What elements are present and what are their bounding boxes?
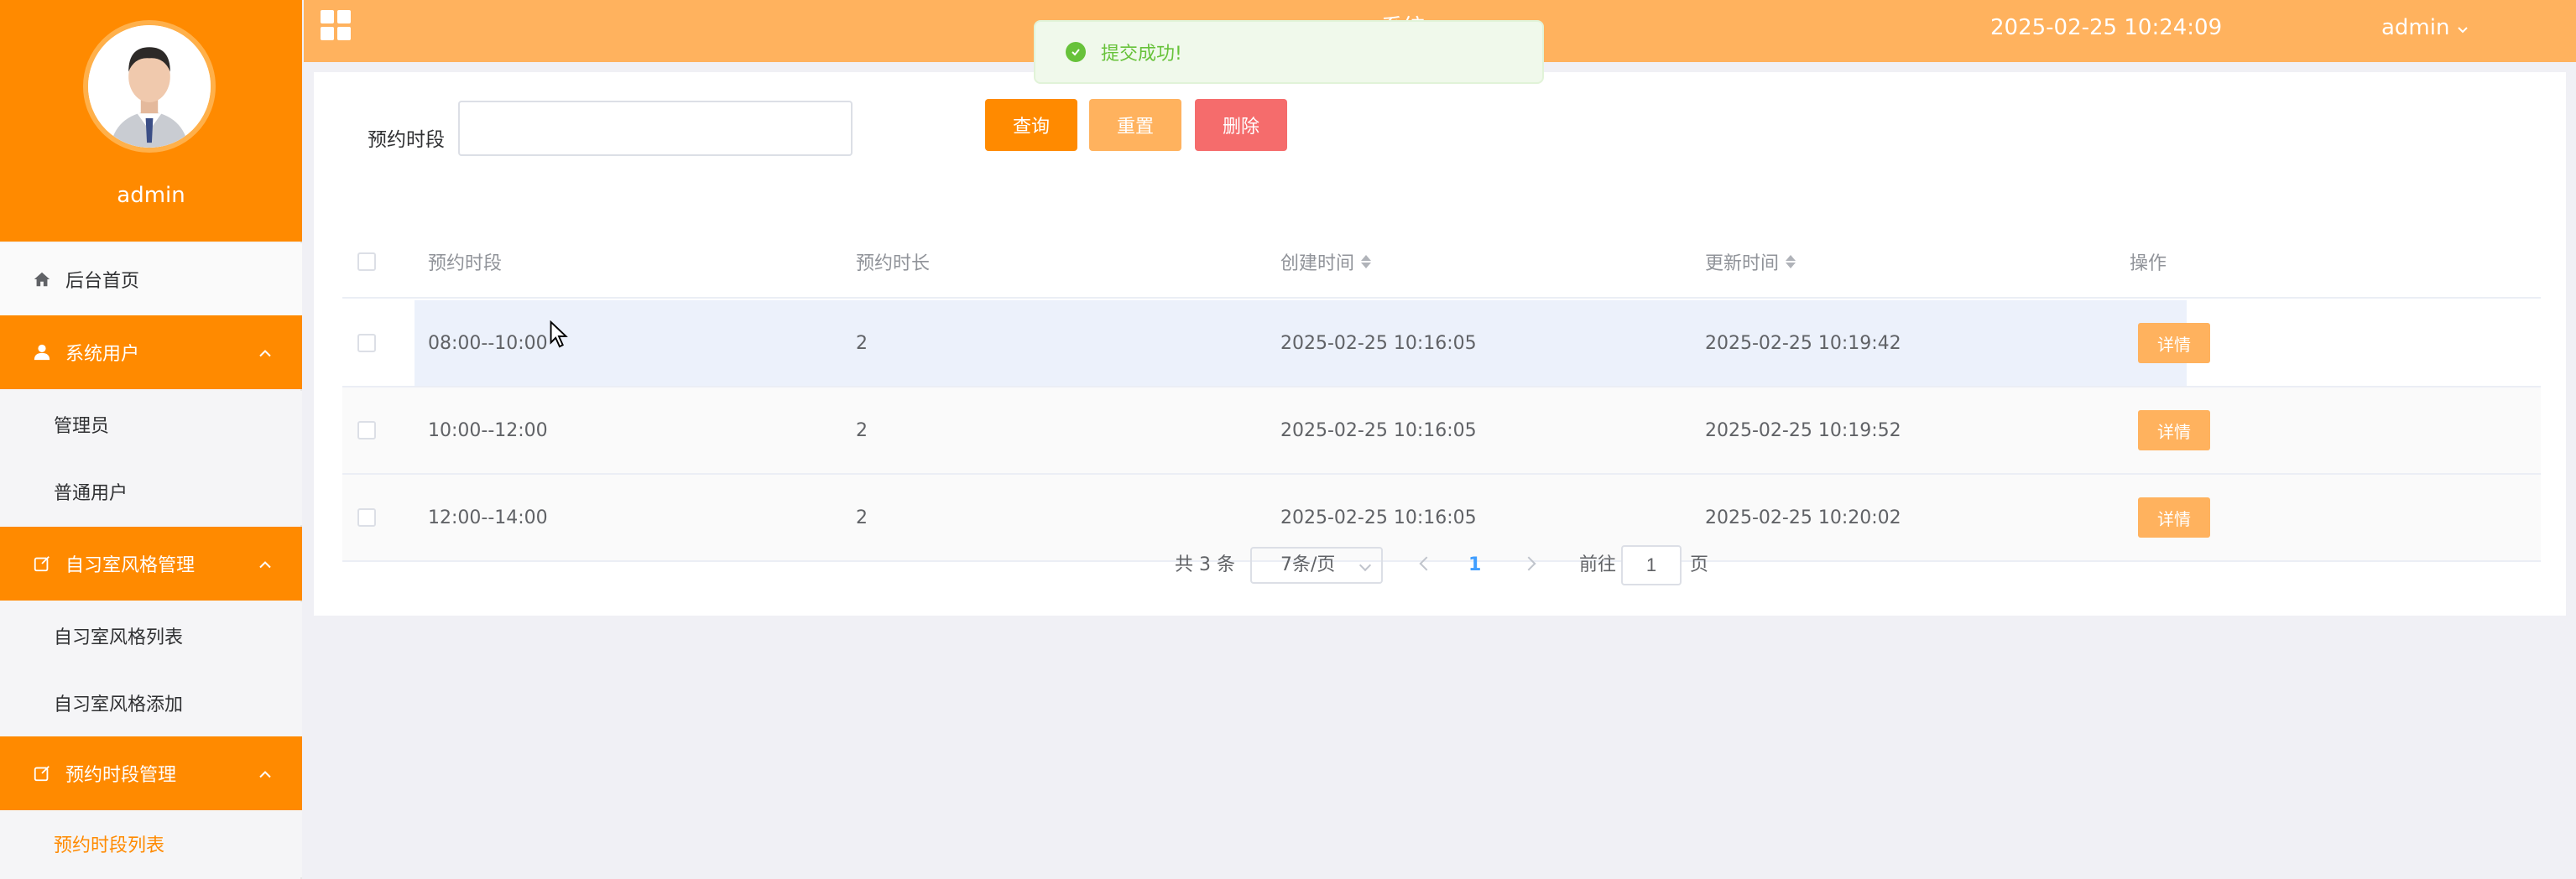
profile-username: admin <box>117 183 185 208</box>
search-input[interactable] <box>458 101 853 156</box>
detail-button[interactable]: 详情 <box>2138 410 2210 450</box>
page-size-value: 7条/页 <box>1280 554 1336 575</box>
search-label: 预约时段 <box>368 129 445 151</box>
header-slot: 预约时段 <box>428 253 503 274</box>
sidebar-group-label: 预约时段管理 <box>65 765 177 786</box>
chevron-down-icon <box>2457 15 2469 40</box>
sidebar-item-home[interactable]: 后台首页 <box>0 243 302 315</box>
page-unit-label: 页 <box>1690 554 1709 575</box>
header-updated[interactable]: 更新时间 <box>1705 226 1796 297</box>
sidebar-group-label: 自习室风格管理 <box>65 555 196 576</box>
sidebar-item-style-list[interactable]: 自习室风格列表 <box>0 602 302 669</box>
total-count: 共 3 条 <box>1175 554 1235 575</box>
goto-label: 前往 <box>1579 554 1617 575</box>
cell-created: 2025-02-25 10:16:05 <box>1280 332 1477 354</box>
chevron-up-icon <box>258 342 272 363</box>
table-row[interactable]: 08:00--10:00 2 2025-02-25 10:16:05 2025-… <box>342 300 2541 387</box>
sort-icon[interactable] <box>1786 255 1796 268</box>
table-header: 预约时段 预约时长 创建时间 更新时间 操作 <box>342 226 2541 299</box>
cell-duration: 2 <box>856 332 868 354</box>
sidebar: admin 后台首页 系统用户 管理员 普通用户 自习室风格管理 自习室风格列表… <box>0 0 302 879</box>
cell-updated: 2025-02-25 10:19:52 <box>1705 419 1901 441</box>
query-button[interactable]: 查询 <box>985 99 1077 151</box>
goto-page-input[interactable] <box>1621 545 1682 585</box>
edit-icon <box>30 552 54 575</box>
reset-button[interactable]: 重置 <box>1089 99 1181 151</box>
user-icon <box>30 341 54 364</box>
cell-slot: 08:00--10:00 <box>428 332 548 354</box>
detail-button[interactable]: 详情 <box>2138 497 2210 538</box>
sidebar-item-label: 后台首页 <box>65 271 140 292</box>
pagination: 共 3 条 7条/页 1 前往 页 <box>314 545 2566 585</box>
chevron-up-icon <box>258 554 272 575</box>
sidebar-group-booking-slots[interactable]: 预约时段管理 <box>0 736 302 810</box>
sidebar-group-study-room-style[interactable]: 自习室风格管理 <box>0 527 302 601</box>
header-duration: 预约时长 <box>856 253 931 274</box>
sidebar-group-system-users[interactable]: 系统用户 <box>0 315 302 389</box>
row-checkbox[interactable] <box>357 334 376 352</box>
avatar[interactable] <box>83 20 216 153</box>
user-menu[interactable]: admin <box>2381 0 2469 55</box>
prev-page-icon[interactable] <box>1419 556 1434 571</box>
home-icon <box>30 268 54 291</box>
toast-message: 提交成功! <box>1101 44 1182 65</box>
row-checkbox[interactable] <box>357 508 376 527</box>
mouse-cursor-icon <box>550 320 568 348</box>
profile-panel: admin <box>0 0 302 242</box>
header-created-label: 创建时间 <box>1280 253 1355 274</box>
edit-icon <box>30 762 54 785</box>
header-created[interactable]: 创建时间 <box>1280 226 1372 297</box>
header-actions: 操作 <box>2130 253 2167 274</box>
delete-button[interactable]: 删除 <box>1195 99 1287 151</box>
sidebar-item-normal-users[interactable]: 普通用户 <box>0 458 302 525</box>
user-menu-label: admin <box>2381 15 2450 40</box>
select-all-checkbox[interactable] <box>357 252 376 271</box>
cell-slot: 10:00--12:00 <box>428 419 548 441</box>
next-page-icon[interactable] <box>1521 556 1536 571</box>
sidebar-item-slot-list[interactable]: 预约时段列表 <box>0 810 302 877</box>
table-row[interactable]: 10:00--12:00 2 2025-02-25 10:16:05 2025-… <box>342 387 2541 475</box>
sidebar-item-admins[interactable]: 管理员 <box>0 391 302 458</box>
success-toast: 提交成功! <box>1034 20 1544 84</box>
row-checkbox[interactable] <box>357 421 376 440</box>
avatar-image <box>88 25 211 148</box>
sort-icon[interactable] <box>1361 255 1372 268</box>
cell-duration: 2 <box>856 419 868 441</box>
cell-updated: 2025-02-25 10:19:42 <box>1705 332 1901 354</box>
page-number[interactable]: 1 <box>1468 545 1481 585</box>
current-datetime: 2025-02-25 10:24:09 <box>1990 15 2223 40</box>
sidebar-item-style-add[interactable]: 自习室风格添加 <box>0 669 302 736</box>
chevron-down-icon <box>1358 559 1372 572</box>
page-size-select[interactable]: 7条/页 <box>1250 547 1383 584</box>
cell-created: 2025-02-25 10:16:05 <box>1280 419 1477 441</box>
detail-button[interactable]: 详情 <box>2138 323 2210 363</box>
chevron-up-icon <box>258 763 272 784</box>
menu-grid-icon[interactable] <box>321 10 351 40</box>
check-circle-icon <box>1066 42 1086 62</box>
sidebar-group-label: 系统用户 <box>65 344 140 365</box>
content-card: 预约时段 查询 重置 删除 预约时段 预约时长 创建时间 更新时间 操作 08:… <box>314 72 2566 616</box>
header-updated-label: 更新时间 <box>1705 253 1780 274</box>
